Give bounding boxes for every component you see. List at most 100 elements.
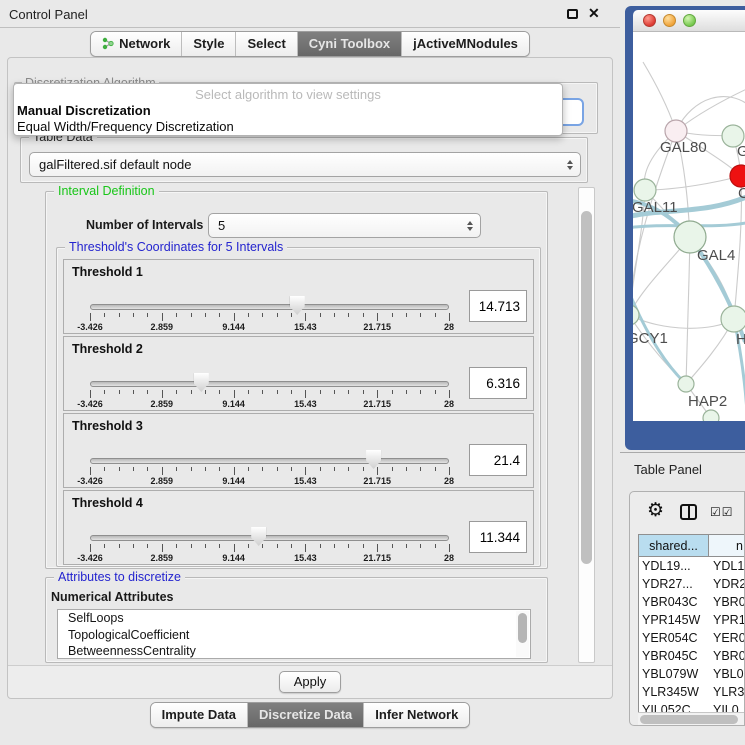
cell-name[interactable]: YER0 [709,629,745,647]
cell-shared-name[interactable]: YDL19... [639,557,709,575]
tab-select[interactable]: Select [235,32,296,56]
number-of-intervals-value: 5 [218,218,225,233]
threshold-slider-track[interactable] [90,304,449,310]
cell-shared-name[interactable]: YBR043C [639,593,709,611]
table-panel-title: Table Panel [634,462,702,477]
tab-discretize-data[interactable]: Discretize Data [247,703,363,727]
attribute-list-item[interactable]: BetweennessCentrality [58,643,530,659]
threshold-label: Threshold 2 [72,342,143,356]
tab-label: Select [247,36,285,51]
threshold-panel-4: Threshold 4-3.4262.8599.14415.4321.71528… [63,490,534,565]
cell-shared-name[interactable]: YLR345W [639,683,709,701]
network-node[interactable] [633,305,639,325]
list-scrollbar-thumb[interactable] [518,613,527,643]
cell-shared-name[interactable]: YDR27... [639,575,709,593]
network-node[interactable] [703,410,719,421]
threshold-value-field[interactable]: 14.713 [469,290,527,322]
zoom-traffic-light[interactable] [683,14,696,27]
column-header-shared[interactable]: shared... [639,535,709,556]
close-traffic-light[interactable] [643,14,656,27]
threshold-slider-track[interactable] [90,381,449,387]
cell-name[interactable]: YBR0 [709,647,745,665]
table-row[interactable]: YDR27...YDR2 [639,575,745,593]
column-header-n[interactable]: n [709,535,745,556]
tab-style[interactable]: Style [181,32,235,56]
table-row[interactable]: YIL052CYIL0 [639,701,745,712]
network-node[interactable] [634,179,656,201]
table-row[interactable]: YBL079WYBL0 [639,665,745,683]
tab-cyni-toolbox[interactable]: Cyni Toolbox [297,32,401,56]
cell-name[interactable]: YBL0 [709,665,745,683]
cell-name[interactable]: YBR0 [709,593,745,611]
threshold-value-field[interactable]: 6.316 [469,367,527,399]
cell-name[interactable]: YDR2 [709,575,745,593]
split-columns-icon[interactable] [680,504,697,520]
cell-shared-name[interactable]: YPR145W [639,611,709,629]
number-of-intervals-combobox[interactable]: 5 [208,213,481,238]
threshold-panel-1: Threshold 1-3.4262.8599.14415.4321.71528… [63,259,534,334]
network-canvas[interactable]: GAL80GACGAL11GAL4GCY1HHAP2 [633,32,745,421]
attributes-group: Attributes to discretize Numerical Attri… [45,577,548,663]
algorithm-dropdown-popup: Select algorithm to view settings Manual… [13,83,563,136]
table-row[interactable]: YLR345WYLR3 [639,683,745,701]
table-row[interactable]: YPR145WYPR1 [639,611,745,629]
gear-icon[interactable]: ⚙ [647,501,664,520]
table-data-group: Table Data galFiltered.sif default node [20,137,588,183]
attributes-group-title: Attributes to discretize [54,570,185,584]
network-node-label: GAL80 [660,139,707,156]
table-data-combobox[interactable]: galFiltered.sif default node [29,152,581,177]
table-row[interactable]: YDL19...YDL1 [639,557,745,575]
cell-shared-name[interactable]: YIL052C [639,701,709,712]
minimize-traffic-light[interactable] [663,14,676,27]
network-graph: GAL80GACGAL11GAL4GCY1HHAP2 [633,32,745,421]
cell-name[interactable]: YPR1 [709,611,745,629]
algorithm-popup-prompt: Select algorithm to view settings [14,84,562,103]
threshold-panel-2: Threshold 2 -3.4262.8599.14415.4321.71528… [63,336,534,411]
table-row[interactable]: YBR043CYBR0 [639,593,745,611]
tab-label: Style [193,36,224,51]
algorithm-option-manual[interactable]: Manual Discretization [14,103,562,119]
control-panel-title: Control Panel [9,7,88,22]
tab-jactivemnodules[interactable]: jActiveMNodules [401,32,529,56]
tab-network[interactable]: Network [91,32,181,56]
select-columns-checkboxes-icon[interactable]: ☑☑ [710,505,734,519]
cell-shared-name[interactable]: YBR045C [639,647,709,665]
cell-name[interactable]: YIL0 [709,701,745,712]
close-icon[interactable]: ✕ [588,5,600,22]
float-window-icon[interactable] [567,9,578,19]
settings-scrollbar-thumb[interactable] [581,211,592,564]
table-row[interactable]: YBR045CYBR0 [639,647,745,665]
settings-scrollbar[interactable] [578,187,595,663]
thresholds-group-title: Threshold's Coordinates for 5 Intervals [65,240,287,254]
table-scrollbar-thumb[interactable] [640,715,738,724]
threshold-value-field[interactable]: 21.4 [469,444,527,476]
tab-infer-network[interactable]: Infer Network [363,703,469,727]
cell-name[interactable]: YDL1 [709,557,745,575]
tab-label: jActiveMNodules [413,36,518,51]
threshold-value-field[interactable]: 11.344 [469,521,527,553]
bottom-tab-bar: Impute DataDiscretize DataInfer Network [0,702,620,728]
table-row[interactable]: YER054CYER0 [639,629,745,647]
top-tab-group: Network Style Select Cyni Toolbox jActiveMNo… [90,31,530,57]
apply-button[interactable]: Apply [279,671,342,693]
combo-arrows-icon [467,221,473,231]
cell-shared-name[interactable]: YBL079W [639,665,709,683]
threshold-panel-3: Threshold 3-3.4262.8599.14415.4321.71528… [63,413,534,488]
slider-tick-labels: -3.4262.8599.14415.4321.71528 [90,399,449,411]
algorithm-option-equal-width[interactable]: Equal Width/Frequency Discretization [14,119,562,135]
tab-impute-data[interactable]: Impute Data [151,703,247,727]
attribute-list-item[interactable]: SelfLoops [58,610,530,627]
table-horizontal-scrollbar[interactable] [638,712,745,725]
network-window-titlebar[interactable] [633,10,745,32]
attribute-list-item[interactable]: TopologicalCoefficient [58,627,530,644]
tab-label: Network [119,36,170,51]
interval-definition-group: Interval Definition Number of Intervals … [45,191,548,569]
network-node[interactable] [721,306,745,332]
threshold-slider-track[interactable] [90,535,449,541]
network-node-label: GCY1 [633,330,668,347]
cell-name[interactable]: YLR3 [709,683,745,701]
threshold-slider-track[interactable] [90,458,449,464]
network-node[interactable] [678,376,694,392]
list-scrollbar[interactable] [516,611,529,657]
cell-shared-name[interactable]: YER054C [639,629,709,647]
